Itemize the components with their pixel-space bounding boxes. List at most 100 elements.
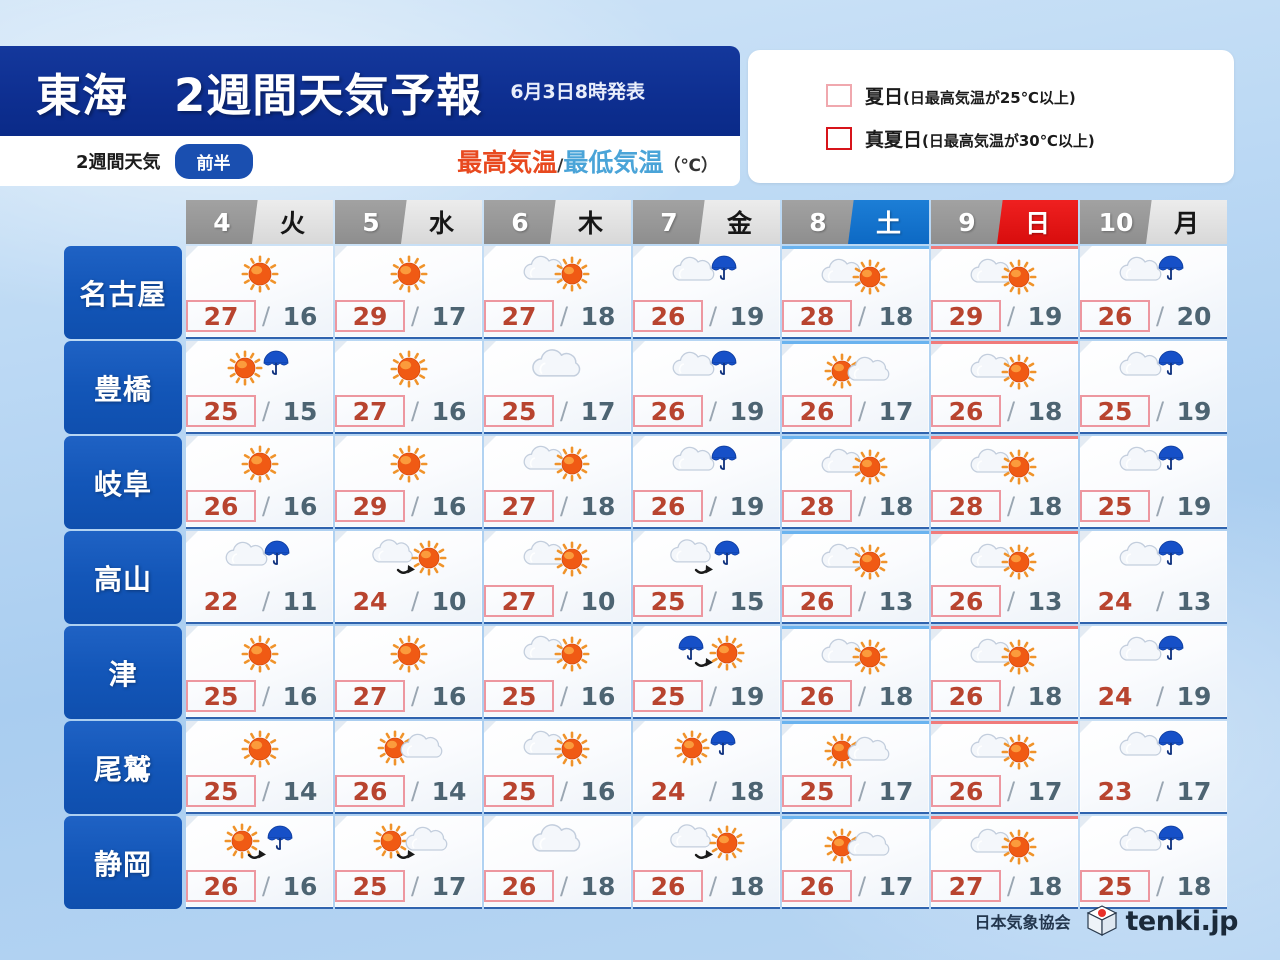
forecast-cell[interactable]: 26 / 19 [633, 436, 780, 529]
forecast-cell[interactable]: 24 / 19 [1080, 626, 1227, 719]
sunny-cloudy-icon [823, 828, 889, 864]
forecast-cell[interactable]: 27 / 16 [335, 626, 482, 719]
forecast-cell[interactable]: 27 / 16 [186, 246, 333, 339]
high-temp-box: 26 [633, 395, 703, 427]
temp-slash: / [410, 587, 420, 615]
cloudy-rainy-icon [1119, 445, 1183, 471]
brand-name: tenki.jp [1125, 905, 1239, 937]
issued-time: 6月3日8時発表 [510, 80, 645, 103]
forecast-cell[interactable]: 29 / 16 [335, 436, 482, 529]
forecast-cell[interactable]: 29 / 17 [335, 246, 482, 339]
forecast-cell[interactable]: 25 / 14 [186, 721, 333, 814]
low-temp: 16 [282, 491, 318, 521]
forecast-cell[interactable]: 26 / 18 [931, 626, 1078, 719]
forecast-cells: 25 / 14 26 / 14 25 / 16 24 / 18 25 / 17 26 / 17 23 / 1… [186, 721, 1229, 814]
high-temp: 27 [948, 871, 984, 901]
forecast-cell[interactable]: 26 / 13 [782, 531, 929, 624]
forecast-cell[interactable]: 22 / 11 [186, 531, 333, 624]
forecast-cell[interactable]: 27 / 16 [335, 341, 482, 434]
temp-slash: / [857, 397, 867, 425]
cloudy-sunny-icon [523, 730, 589, 767]
forecast-cell[interactable]: 26 / 20 [1080, 246, 1227, 339]
high-temp: 26 [948, 776, 984, 806]
forecast-cell[interactable]: 26 / 18 [782, 626, 929, 719]
low-temp: 16 [580, 681, 616, 711]
city-label[interactable]: 静岡 [64, 816, 182, 909]
high-temp-box: 28 [931, 490, 1001, 522]
high-temp-box: 26 [782, 680, 852, 712]
forecast-cell[interactable]: 26 / 17 [782, 341, 929, 434]
low-temp: 15 [729, 586, 765, 616]
forecast-cell[interactable]: 26 / 17 [931, 721, 1078, 814]
forecast-cell[interactable]: 24 / 13 [1080, 531, 1227, 624]
city-label[interactable]: 豊橋 [64, 341, 182, 434]
forecast-cell[interactable]: 25 / 17 [335, 816, 482, 909]
forecast-cell[interactable]: 27 / 10 [484, 531, 631, 624]
forecast-cell[interactable]: 27 / 18 [484, 436, 631, 529]
forecast-cell[interactable]: 25 / 15 [186, 341, 333, 434]
low-temp: 18 [1027, 396, 1063, 426]
city-label[interactable]: 津 [64, 626, 182, 719]
forecast-cell[interactable]: 28 / 18 [931, 436, 1078, 529]
forecast-cell[interactable]: 25 / 16 [186, 626, 333, 719]
temp-slash: / [1006, 587, 1016, 615]
forecast-cell[interactable]: 26 / 16 [186, 436, 333, 529]
weather-icon [1080, 535, 1227, 583]
forecast-cell[interactable]: 24 / 18 [633, 721, 780, 814]
forecast-cell[interactable]: 25 / 17 [782, 721, 929, 814]
forecast-cell[interactable]: 25 / 19 [1080, 436, 1227, 529]
forecast-cell[interactable]: 28 / 18 [782, 246, 929, 339]
forecast-cell[interactable]: 26 / 13 [931, 531, 1078, 624]
forecast-cell[interactable]: 26 / 16 [186, 816, 333, 909]
forecast-cell[interactable]: 26 / 19 [633, 246, 780, 339]
weather-icon [633, 820, 780, 868]
forecast-cell[interactable]: 24 / 10 [335, 531, 482, 624]
forecast-cell[interactable]: 28 / 18 [782, 436, 929, 529]
forecast-cell[interactable]: 26 / 18 [484, 816, 631, 909]
city-label[interactable]: 名古屋 [64, 246, 182, 339]
forecast-cell[interactable]: 25 / 16 [484, 721, 631, 814]
high-temp: 26 [650, 396, 686, 426]
forecast-cell[interactable]: 25 / 19 [633, 626, 780, 719]
high-temp-box: 27 [186, 300, 256, 332]
header-weekday: 火 [252, 200, 333, 244]
high-temp: 25 [352, 871, 388, 901]
forecast-cell[interactable]: 25 / 18 [1080, 816, 1227, 909]
cloudy-rainy-icon [1119, 825, 1183, 851]
forecast-cell[interactable]: 23 / 17 [1080, 721, 1227, 814]
temperature-pair: 24 / 18 [633, 774, 780, 808]
low-temp: 16 [282, 681, 318, 711]
sunny-cloudy-icon [823, 353, 889, 389]
temperature-pair: 29 / 16 [335, 489, 482, 523]
city-label[interactable]: 岐阜 [64, 436, 182, 529]
tenki-logo[interactable]: tenki.jp [1085, 904, 1239, 938]
forecast-cell[interactable]: 25 / 15 [633, 531, 780, 624]
forecast-cell[interactable]: 26 / 17 [782, 816, 929, 909]
cloudy-rainy-icon [672, 350, 736, 376]
forecast-cell[interactable]: 26 / 18 [633, 816, 780, 909]
forecast-cell[interactable]: 27 / 18 [484, 246, 631, 339]
forecast-cell[interactable]: 26 / 14 [335, 721, 482, 814]
forecast-cell[interactable]: 29 / 19 [931, 246, 1078, 339]
weather-icon [1080, 630, 1227, 678]
temperature-pair: 24 / 13 [1080, 584, 1227, 618]
forecast-cell[interactable]: 25 / 19 [1080, 341, 1227, 434]
high-temp: 25 [650, 586, 686, 616]
city-label[interactable]: 尾鷲 [64, 721, 182, 814]
low-temp: 17 [580, 396, 616, 426]
high-temp: 29 [352, 301, 388, 331]
forecast-cell[interactable]: 27 / 18 [931, 816, 1078, 909]
weather-icon [1080, 345, 1227, 393]
forecast-cell[interactable]: 26 / 18 [931, 341, 1078, 434]
temperature-pair: 25 / 14 [186, 774, 333, 808]
city-label[interactable]: 高山 [64, 531, 182, 624]
legend-item-label: 真夏日(日最高気温が30℃以上) [865, 128, 1095, 151]
weather-icon [633, 440, 780, 488]
forecast-cell[interactable]: 26 / 19 [633, 341, 780, 434]
forecast-cell[interactable]: 25 / 16 [484, 626, 631, 719]
cloudy-sunny-icon [523, 255, 589, 292]
weather-icon [335, 345, 482, 393]
forecast-cell[interactable]: 25 / 17 [484, 341, 631, 434]
period-toggle-first-half[interactable]: 前半 [174, 143, 253, 179]
weather-icon [931, 443, 1078, 491]
